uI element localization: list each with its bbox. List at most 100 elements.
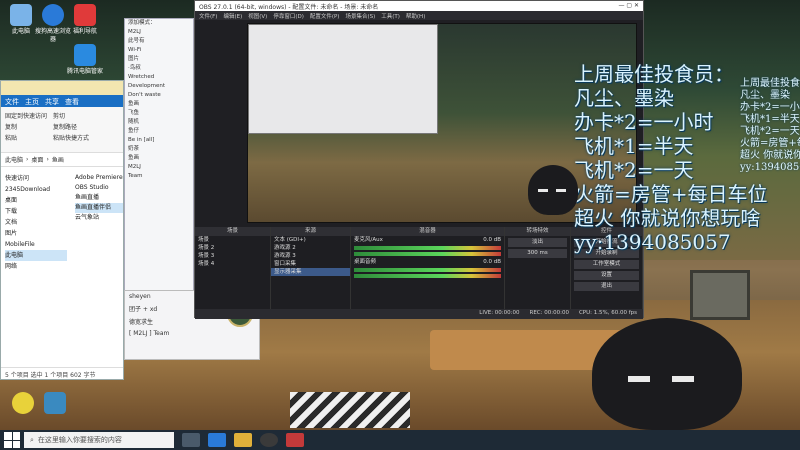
transitions-panel: 转场特效 淡出 300 ms [505,227,571,319]
settings-button[interactable]: 设置 [574,271,639,280]
task-view-icon[interactable] [182,433,200,447]
edge-icon[interactable] [208,433,226,447]
address-bar[interactable]: 此电脑 › 桌面 › 鱼画 [1,153,123,167]
mixer-channel-name: 麦克风/Aux 0.0 dB [354,237,501,243]
file-item[interactable]: 鱼画直播 [75,193,123,203]
scene-item[interactable]: 场景 [195,236,270,244]
tab-home[interactable]: 主页 [25,97,39,106]
menu-edit[interactable]: 编辑(E) [223,12,242,20]
shield-icon [74,44,96,66]
chat-window: 添加模式： M2LJ 此号有 Wi-Fi 图片 ·鸟叔 Wretched Dev… [124,18,194,298]
overlay-line: 火箭=房管+每日车位 [574,182,768,206]
nav-item[interactable]: 下载 [5,206,67,217]
folder-icon[interactable] [234,433,252,447]
source-item[interactable]: 窗口采集 [271,260,350,268]
paste-button[interactable]: 粘贴 [5,133,47,142]
mascot-eye [556,189,566,192]
tab-view[interactable]: 查看 [65,97,79,106]
chat-row[interactable]: M2LJ [125,28,193,37]
desktop-icon-app-2[interactable] [36,392,74,416]
chat-row: 添加模式： [128,20,156,26]
menu-scene-collection[interactable]: 场景集合(S) [345,12,375,20]
character-mascot-small [528,165,578,215]
volume-slider[interactable] [354,274,501,278]
nav-item[interactable]: MobileFile [5,239,67,250]
exit-button[interactable]: 退出 [574,282,639,291]
source-item[interactable]: 显示器采集 [271,268,350,276]
scenes-panel: 场景 场景 场景 2 场景 3 场景 4 [195,227,271,319]
menu-file[interactable]: 文件(F) [199,12,217,20]
cut-button[interactable]: 剪切 [53,111,89,120]
menu-help[interactable]: 帮助(H) [406,12,425,20]
mascot-eye [538,189,548,192]
nav-item[interactable]: 图片 [5,228,67,239]
breadcrumb-folder[interactable]: 鱼画 [52,155,64,164]
file-item[interactable]: 云气象站 [75,213,123,223]
file-item[interactable]: 鱼画直播伴侣 [75,203,123,213]
explorer-nav-pane: 快速访问 2345Download 桌面 下载 文档 图片 MobileFile… [1,169,71,365]
overlay-line: 办卡*2=一小时 [574,110,714,134]
window-controls[interactable]: — ▢ ✕ [618,2,639,10]
nav-item[interactable]: 文档 [5,217,67,228]
source-item[interactable]: 游戏源 3 [271,252,350,260]
desktop-icon-welfare-nav[interactable]: 福利导航 [66,4,104,36]
chat-row: Team [128,173,143,179]
scene-item[interactable]: 场景 4 [195,260,270,268]
overlay-line: 超火 你就说你想玩啥 [574,206,761,230]
scene-item[interactable]: 场景 2 [195,244,270,252]
explorer-titlebar [1,81,123,95]
chat-row: 图片 [128,56,140,62]
tab-file[interactable]: 文件 [5,97,19,106]
menu-view[interactable]: 视图(V) [248,12,267,20]
menu-docks[interactable]: 停靠窗口(D) [273,12,304,20]
panel-header: 场景 [195,227,270,236]
source-item[interactable]: 文本 (GDI+) [271,236,350,244]
explorer-file-list: Adobe Premiere OBS Studio 鱼画直播 鱼画直播伴侣 云气… [73,169,125,365]
file-item[interactable]: Adobe Premiere [75,173,123,183]
duration-input[interactable]: 300 ms [508,249,567,258]
chat-row: M2LJ [128,164,141,170]
nested-preview [248,24,438,134]
copy-button[interactable]: 复制 [5,122,47,131]
obs-icon[interactable] [260,433,278,447]
taskbar: ⌕ 在这里输入你要搜索的内容 [0,430,800,450]
app-icon[interactable] [286,433,304,447]
file-explorer-window: 文件 主页 共享 查看 固定到快速访问 复制 粘贴 剪切 复制路径 粘贴快捷方式… [0,80,124,380]
breadcrumb-desktop[interactable]: 桌面 [31,155,43,164]
breadcrumb-this-pc[interactable]: 此电脑 [5,155,23,164]
chat-row: 鱼画 [128,155,140,161]
copy-path-button[interactable]: 复制路径 [53,122,89,131]
pin-quick-access-button[interactable]: 固定到快速访问 [5,111,47,120]
nav-item[interactable]: 桌面 [5,195,67,206]
explorer-status-bar: 5 个项目 选中 1 个项目 602 字节 [1,367,123,379]
studio-mode-button[interactable]: 工作室模式 [574,260,639,269]
cpu-fps: CPU: 1.5%, 60.00 fps [578,310,637,316]
nav-item[interactable]: 网络 [5,261,67,272]
overlay-line: yy:1394085057 [574,230,731,254]
tab-share[interactable]: 共享 [45,97,59,106]
panel-header: 混音器 [351,227,504,236]
taskbar-search[interactable]: ⌕ 在这里输入你要搜索的内容 [24,432,174,448]
nav-item[interactable]: 此电脑 [5,250,67,261]
transition-select[interactable]: 淡出 [508,238,567,247]
sources-panel: 来源 文本 (GDI+) 游戏源 2 游戏源 3 窗口采集 显示器采集 [271,227,351,319]
overlay-line: 凡尘、墨染 [574,86,674,110]
source-item[interactable]: 游戏源 2 [271,244,350,252]
computer-icon [10,4,32,26]
stream-overlay-text: 上周最佳投食员： 凡尘、墨染 办卡*2=一小时 飞机*1=半天 飞机*2=一天 … [574,62,800,254]
scene-item[interactable]: 场景 3 [195,252,270,260]
nav-item[interactable]: 2345Download [5,184,67,195]
nav-item[interactable]: 快速访问 [5,173,67,184]
desktop-icon-tencent-manager[interactable]: 腾讯电脑管家 [66,44,104,76]
volume-slider[interactable] [354,252,501,256]
team-label[interactable]: [ M2LJ ] Team [125,328,259,339]
start-button[interactable] [4,432,20,448]
menu-profile[interactable]: 配置文件(P) [310,12,340,20]
file-item[interactable]: OBS Studio [75,183,123,193]
rec-timer: REC: 00:00:00 [529,310,569,316]
paste-shortcut-button[interactable]: 粘贴快捷方式 [53,133,89,142]
chat-row: 鱼画 [128,101,140,107]
live-timer: LIVE: 00:00:00 [479,310,520,316]
menu-tools[interactable]: 工具(T) [381,12,400,20]
chat-row: Wretched [128,74,155,80]
